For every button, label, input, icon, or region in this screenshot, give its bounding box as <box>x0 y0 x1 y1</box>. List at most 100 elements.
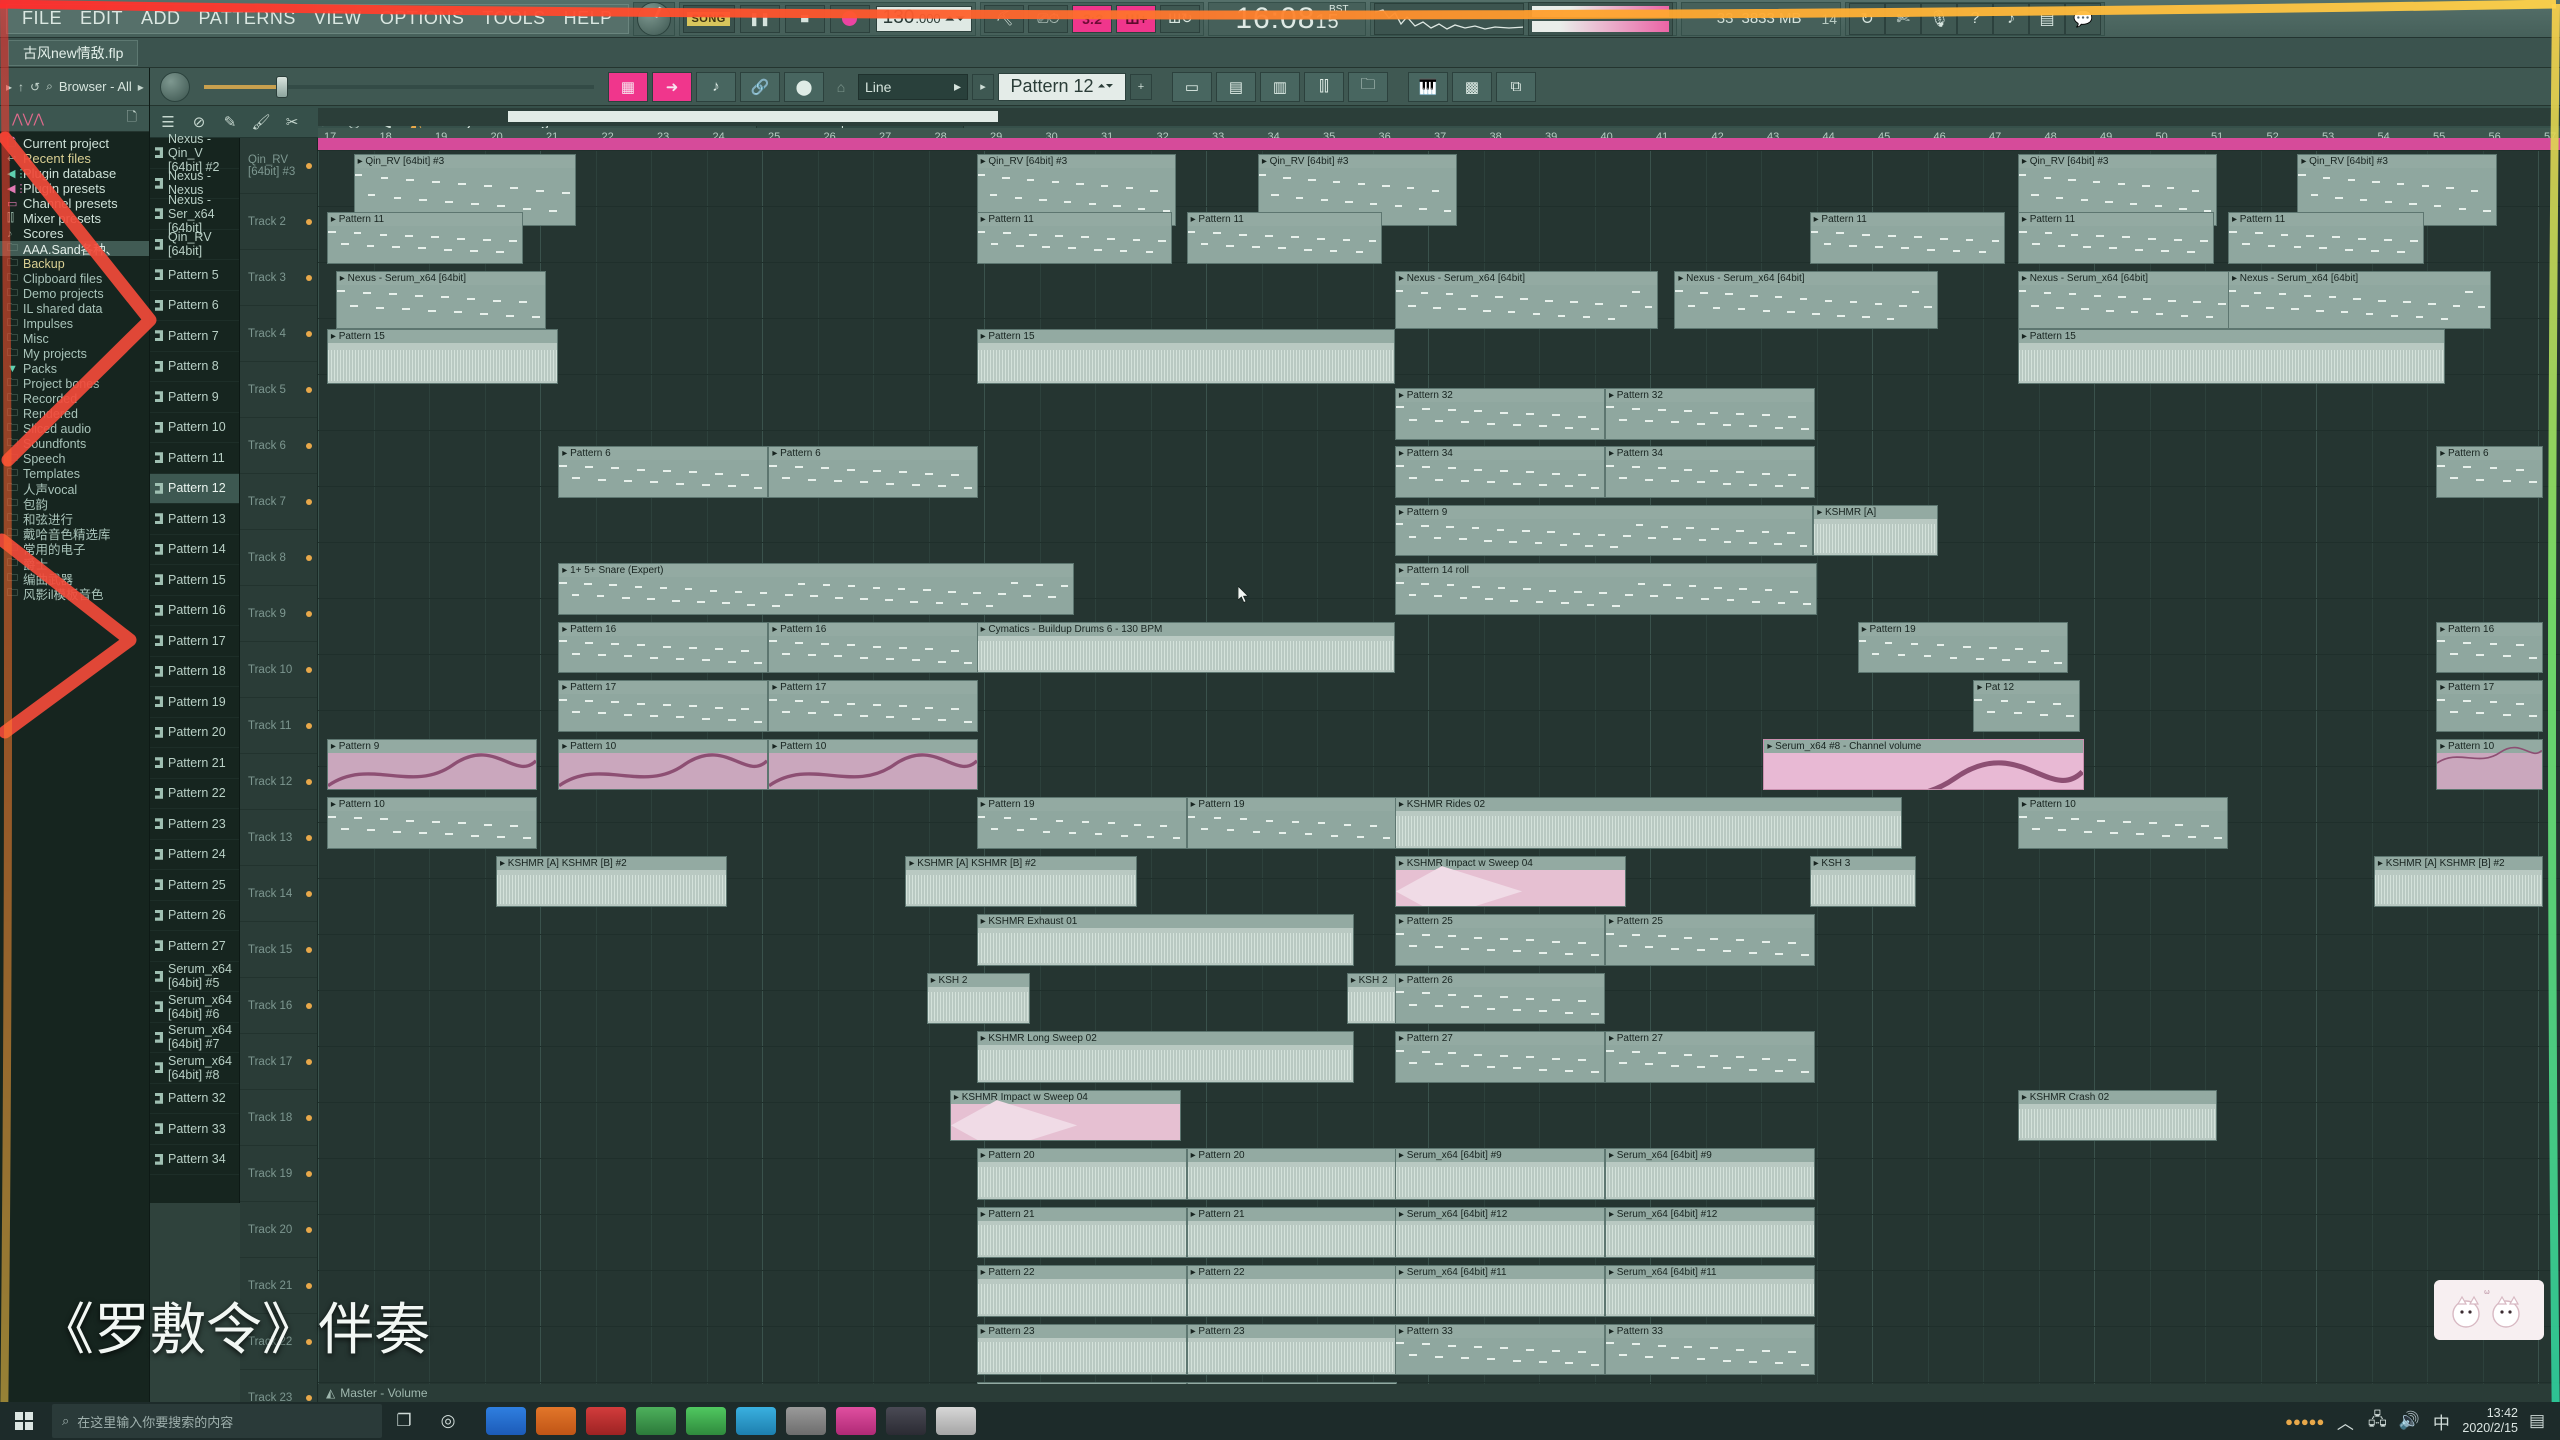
magnet-icon[interactable]: ⊘ <box>186 109 212 135</box>
chevron-right-icon[interactable]: ▸ <box>138 80 144 94</box>
pattern-picker-item-0[interactable]: Nexus - Qin_V [64bit] #2 <box>150 132 239 174</box>
track-led[interactable] <box>306 1226 312 1233</box>
track-row-1[interactable]: Qin_RV [64bit] #3 <box>240 138 317 194</box>
overlay-notes-button[interactable]: Ш+ <box>1116 4 1157 33</box>
browser-item-9[interactable]: 🗀 Clipboard files <box>0 271 149 286</box>
add-pattern-button[interactable]: + <box>1130 73 1152 100</box>
menu-file[interactable]: FILE <box>13 8 71 29</box>
track-led[interactable] <box>306 610 312 617</box>
playlist-clip[interactable]: ▸ Pattern 22 <box>976 1265 1187 1317</box>
snap-select[interactable]: Line ▸ <box>858 73 968 100</box>
pattern-picker-item-22[interactable]: Pattern 23 <box>150 809 239 840</box>
playlist-clip[interactable]: ▸ Pattern 10 <box>2017 797 2228 849</box>
metronome-button[interactable]: ⛏ <box>984 4 1025 33</box>
pattern-picker-item-17[interactable]: Pattern 18 <box>150 657 239 687</box>
track-row-3[interactable]: Track 3 <box>240 250 317 306</box>
pattern-picker-item-3[interactable]: Qin_RV [64bit] <box>150 230 239 260</box>
track-led[interactable] <box>306 162 312 169</box>
pattern-picker-item-31[interactable]: Pattern 32 <box>150 1084 239 1114</box>
playlist-clip[interactable]: ▸ Nexus - Serum_x64 [64bit] <box>2227 270 2492 330</box>
time-selection-bar[interactable] <box>318 108 2560 126</box>
ime-icon[interactable]: 中 <box>2430 1402 2452 1440</box>
browser-item-1[interactable]: ↩ Recent files <box>0 151 149 166</box>
browser-item-30[interactable]: 🗀 风影il模板音色 <box>0 586 149 602</box>
playlist-clip[interactable]: ▸ Pattern 27 <box>1394 1031 1605 1083</box>
track-row-11[interactable]: Track 11 <box>240 698 317 754</box>
taskbar-app-1[interactable] <box>486 1407 526 1435</box>
pattern-picker-item-32[interactable]: Pattern 33 <box>150 1114 239 1145</box>
playlist-clip[interactable]: ▸ Pattern 11 <box>326 212 523 265</box>
playlist-clip[interactable]: ▸ Pattern 34 <box>1604 446 1815 498</box>
pattern-picker-item-23[interactable]: Pattern 24 <box>150 840 239 870</box>
playlist-clip[interactable]: ▸ Pattern 23 <box>1186 1323 1397 1376</box>
track-led[interactable] <box>306 330 312 337</box>
refresh-icon[interactable]: ↻ <box>1849 2 1886 35</box>
song-position-bar[interactable] <box>318 138 2560 150</box>
playlist-clip[interactable]: ▸ Pattern 6 <box>558 446 769 498</box>
track-row-7[interactable]: Track 7 <box>240 474 317 530</box>
browser-item-18[interactable]: 🗀 Rendered <box>0 406 149 421</box>
piano-icon[interactable]: 🎹 <box>1408 71 1448 102</box>
pattern-picker-item-19[interactable]: Pattern 20 <box>150 718 239 748</box>
microphone-icon[interactable]: 🎙 <box>1921 2 1958 35</box>
paint-icon[interactable]: 🖌 <box>248 109 274 135</box>
playlist-clip[interactable]: ▸ Pattern 10 <box>2436 738 2543 791</box>
track-led[interactable] <box>306 386 312 393</box>
browser-item-8[interactable]: 🗀 Backup <box>0 256 149 271</box>
playlist-clip[interactable]: ▸ Pattern 32 <box>1604 387 1815 440</box>
volume-icon[interactable]: 🔊 <box>2398 1402 2420 1440</box>
track-row-9[interactable]: Track 9 <box>240 586 317 642</box>
playlist-clip[interactable]: ▸ Pattern 22 <box>1186 1265 1397 1317</box>
taskbar-app-6[interactable] <box>736 1407 776 1435</box>
playlist-clip[interactable]: ▸ Pattern 34 <box>1394 446 1605 498</box>
pattern-picker-item-12[interactable]: Pattern 13 <box>150 504 239 535</box>
pattern-picker-item-14[interactable]: Pattern 15 <box>150 565 239 596</box>
playlist-clip[interactable]: ▸ KSHMR [A] KSHMR [B] #2 <box>905 855 1137 908</box>
playlist-clip[interactable]: ▸ Pattern 20 <box>976 1148 1187 1200</box>
track-row-10[interactable]: Track 10 <box>240 642 317 698</box>
pattern-picker-item-30[interactable]: Serum_x64 [64bit] #8 <box>150 1053 239 1084</box>
browser-item-13[interactable]: 🗀 Misc <box>0 331 149 346</box>
pattern-picker-item-29[interactable]: Serum_x64 [64bit] #7 <box>150 1023 239 1053</box>
taskbar-app-2[interactable] <box>536 1407 576 1435</box>
save-icon[interactable]: ▤ <box>2029 2 2066 35</box>
detached-window-icon[interactable]: ⧉ <box>1496 71 1536 102</box>
automation-clip-icon[interactable]: ▭ <box>1172 71 1212 102</box>
playlist-clip[interactable]: ▸ Pattern 14 roll <box>1394 563 1817 615</box>
note-icon[interactable]: ♪ <box>1993 2 2030 35</box>
draw-icon[interactable]: ✎ <box>217 109 243 135</box>
pattern-picker-item-10[interactable]: Pattern 11 <box>150 443 239 474</box>
playlist-clip[interactable]: ▸ KSHMR Impact w Sweep 04 <box>949 1089 1182 1142</box>
track-led[interactable] <box>306 946 312 953</box>
playlist-clip[interactable]: ▸ Pattern 11 <box>976 212 1173 265</box>
menu-options[interactable]: OPTIONS <box>371 8 474 29</box>
tempo-spinner-icon[interactable]: ⏶⏷ <box>945 11 966 27</box>
song-pattern-toggle[interactable]: SONG <box>682 4 735 33</box>
stop-button[interactable] <box>784 4 825 33</box>
track-row-8[interactable]: Track 8 <box>240 530 317 586</box>
track-led[interactable] <box>306 554 312 561</box>
taskbar-app-9[interactable] <box>886 1407 926 1435</box>
cortana-icon[interactable]: ◎ <box>426 1402 470 1440</box>
taskbar-app-7[interactable] <box>786 1407 826 1435</box>
playlist-clip[interactable]: ▸ KSH 2 <box>926 972 1030 1025</box>
playlist-clip[interactable]: ▸ Pattern 23 <box>976 1323 1187 1376</box>
waveform-icon[interactable]: ⋀⋁⋀ <box>12 111 44 127</box>
pattern-picker-item-11[interactable]: Pattern 12 <box>150 473 239 504</box>
track-led[interactable] <box>306 1002 312 1009</box>
track-led[interactable] <box>306 274 312 281</box>
playlist-clip[interactable]: ▸ Serum_x64 [64bit] #9 <box>1604 1148 1815 1200</box>
playlist-clip[interactable]: ▸ KSHMR [A] KSHMR [B] #2 <box>496 855 728 908</box>
pattern-picker-item-28[interactable]: Serum_x64 [64bit] #6 <box>150 992 239 1023</box>
start-button[interactable] <box>0 1402 48 1440</box>
playlist-canvas[interactable]: ▸ Qin_RV [64bit] #3 ▸ Qin_RV [64bit] #3 ▸ … <box>318 150 2560 1403</box>
track-led[interactable] <box>306 722 312 729</box>
playlist-clip[interactable]: ▸ KSHMR Impact w Sweep 04 <box>1394 855 1627 908</box>
track-led[interactable] <box>306 498 312 505</box>
scissors-icon[interactable]: ✄ <box>1885 2 1922 35</box>
track-led[interactable] <box>306 890 312 897</box>
playlist-clip[interactable]: ▸ KSH 3 <box>1809 855 1917 908</box>
playlist-clip[interactable]: ▸ Pattern 33 <box>1604 1323 1815 1376</box>
playlist-clip[interactable]: ▸ Pattern 27 <box>1604 1031 1815 1083</box>
grid-icon[interactable]: ▩ <box>1452 71 1492 102</box>
